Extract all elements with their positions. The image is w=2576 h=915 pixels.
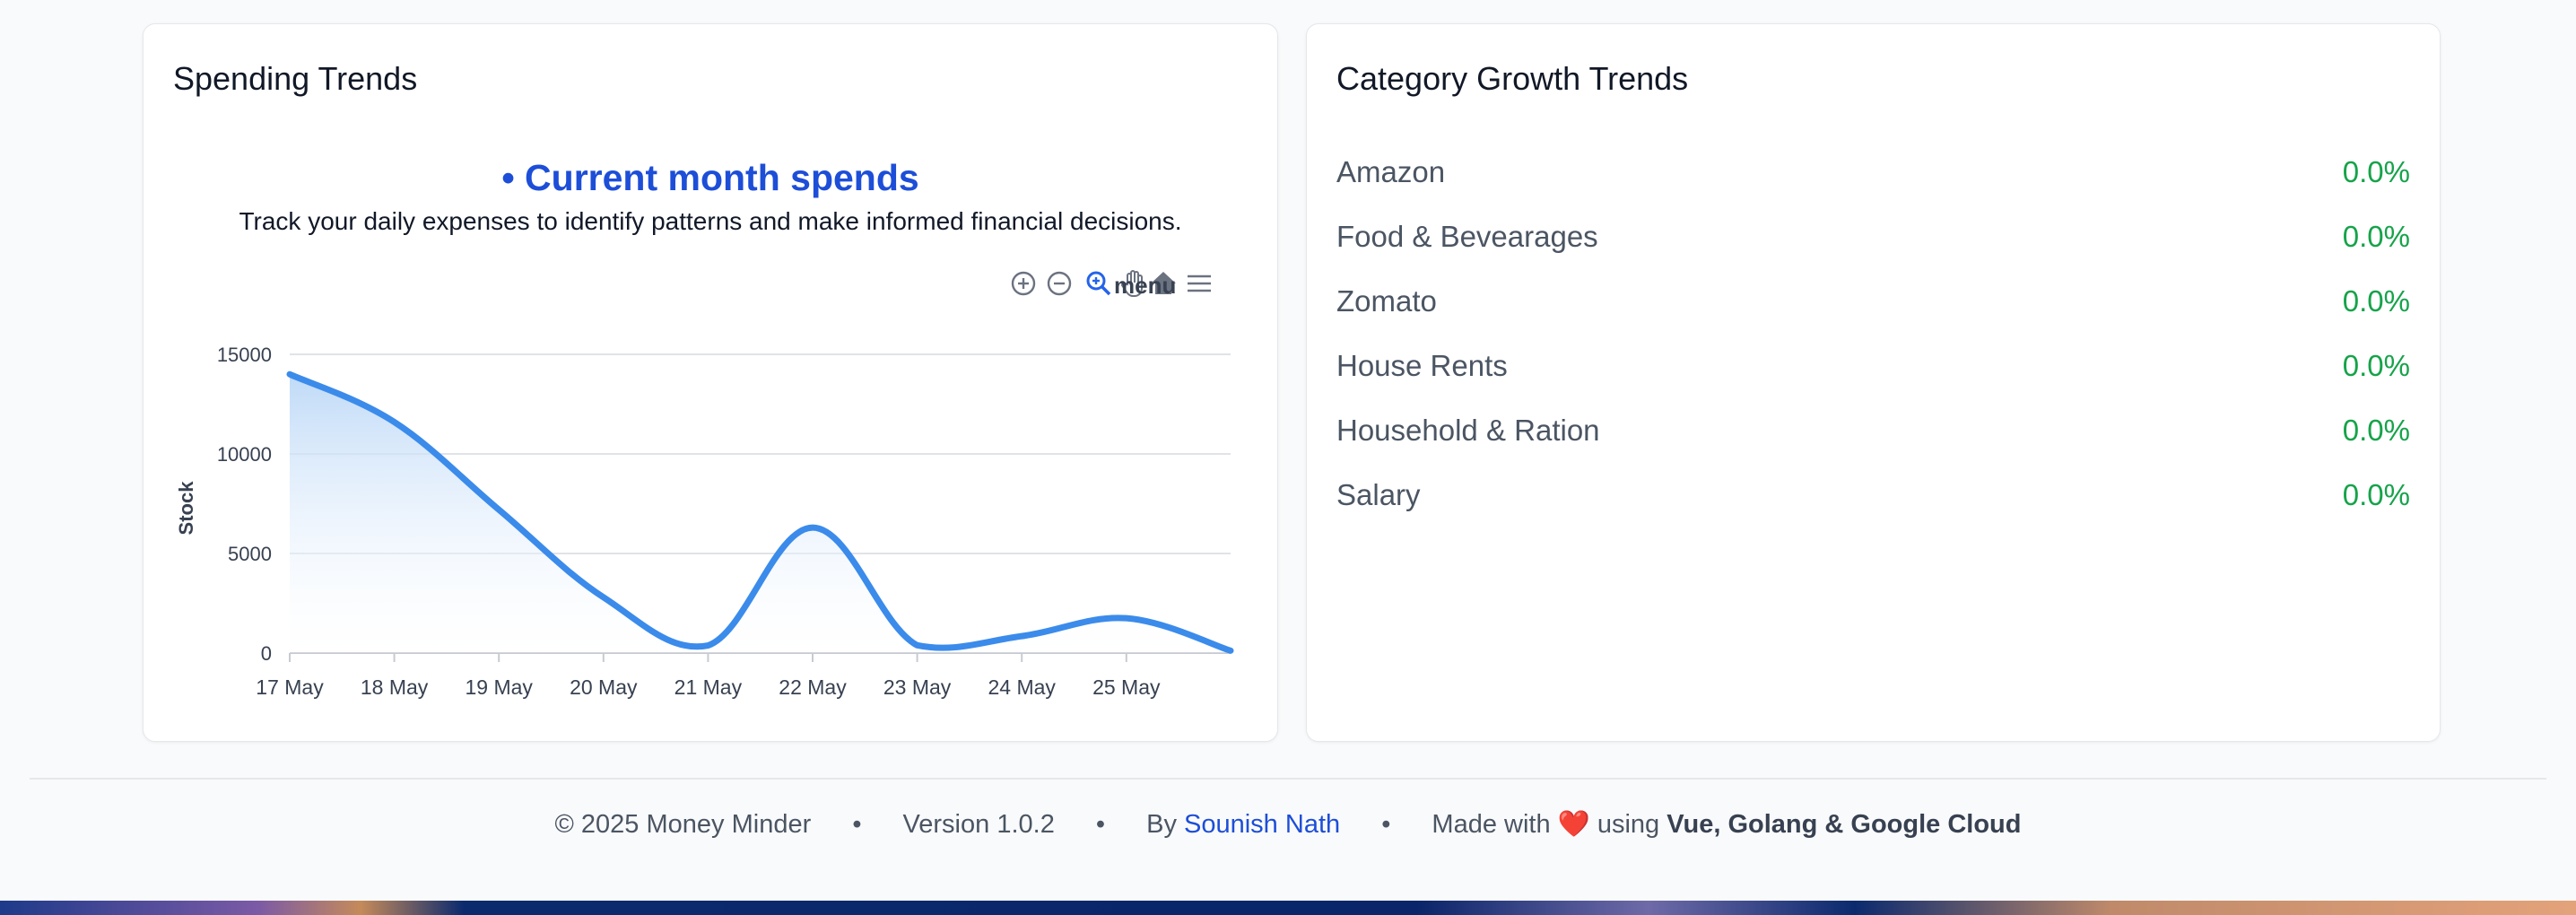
- growth-value: 0.0%: [2342, 349, 2410, 382]
- y-tick-label: 0: [261, 642, 272, 665]
- footer: © 2025 Money Minder • Version 1.0.2 • By…: [0, 809, 2576, 840]
- x-tick-label: 23 May: [883, 675, 952, 699]
- x-tick-label: 18 May: [361, 675, 429, 699]
- category-growth-title: Category Growth Trends: [1336, 60, 1689, 97]
- footer-separator: •: [1381, 810, 1391, 839]
- category-growth-card: Category Growth Trends Amazon 0.0% Food …: [1306, 23, 2441, 742]
- growth-value: 0.0%: [2342, 414, 2410, 447]
- footer-version: Version 1.0.2: [902, 810, 1055, 839]
- growth-value: 0.0%: [2342, 478, 2410, 511]
- chart-menu-label: menu: [1114, 272, 1177, 299]
- magnifier-icon[interactable]: [1082, 266, 1116, 301]
- list-item: House Rents 0.0%: [1336, 349, 2410, 414]
- list-item: Household & Ration 0.0%: [1336, 414, 2410, 478]
- list-item: Amazon 0.0%: [1336, 155, 2410, 220]
- x-tick-label: 19 May: [465, 675, 533, 699]
- author-link[interactable]: Sounish Nath: [1184, 810, 1340, 839]
- x-tick-label: 20 May: [570, 675, 638, 699]
- chart-toolbar: menu: [1006, 266, 1222, 302]
- growth-value: 0.0%: [2342, 284, 2410, 318]
- growth-list: Amazon 0.0% Food & Bevearages 0.0% Zomat…: [1336, 155, 2410, 543]
- spending-trends-title: Spending Trends: [173, 60, 418, 97]
- chart-y-ticks: 0 5000 10000 15000: [217, 344, 272, 665]
- list-item: Zomato 0.0%: [1336, 284, 2410, 349]
- spending-trends-card: Spending Trends • Current month spends T…: [143, 23, 1278, 742]
- x-tick-label: 21 May: [674, 675, 743, 699]
- list-item: Food & Bevearages 0.0%: [1336, 220, 2410, 284]
- y-axis-label: Stock: [175, 481, 197, 536]
- chart-heading: • Current month spends: [501, 157, 919, 198]
- footer-separator: •: [1095, 810, 1106, 839]
- list-item: Salary 0.0%: [1336, 478, 2410, 543]
- plus-circle-icon[interactable]: [1006, 266, 1040, 301]
- footer-made-with: Made with: [1432, 810, 1551, 839]
- footer-by-label: By: [1146, 810, 1177, 839]
- x-tick-label: 24 May: [988, 675, 1056, 699]
- hamburger-icon[interactable]: [1182, 266, 1216, 301]
- desktop-wallpaper-strip: [0, 901, 2576, 915]
- category-name: Zomato: [1336, 284, 1437, 318]
- chart-x-ticks: 17 May 18 May 19 May 20 May 21 May 22 May 23 M…: [256, 653, 1161, 699]
- footer-using: using: [1597, 810, 1660, 839]
- spending-area-fill: [290, 374, 1231, 653]
- category-name: Amazon: [1336, 155, 1446, 188]
- y-tick-label: 10000: [217, 443, 272, 466]
- growth-value: 0.0%: [2342, 155, 2410, 188]
- x-tick-label: 22 May: [779, 675, 847, 699]
- category-name: House Rents: [1336, 349, 1508, 382]
- spending-area-chart: 0 5000 10000 15000 17 May 18 May 19 May 20 May…: [175, 344, 1234, 699]
- footer-separator: •: [852, 810, 862, 839]
- category-name: Food & Bevearages: [1336, 220, 1598, 253]
- category-name: Salary: [1336, 478, 1421, 511]
- x-tick-label: 17 May: [256, 675, 324, 699]
- y-tick-label: 15000: [217, 344, 272, 366]
- footer-divider: [30, 778, 2546, 780]
- x-tick-label: 25 May: [1092, 675, 1161, 699]
- footer-tech-stack: Vue, Golang & Google Cloud: [1667, 810, 2022, 839]
- minus-circle-icon[interactable]: [1042, 266, 1076, 301]
- category-name: Household & Ration: [1336, 414, 1600, 447]
- chart-subtitle: Track your daily expenses to identify pa…: [239, 207, 1182, 235]
- growth-value: 0.0%: [2342, 220, 2410, 253]
- heart-icon: ❤️: [1557, 810, 1590, 839]
- footer-copyright: © 2025 Money Minder: [554, 810, 812, 839]
- y-tick-label: 5000: [228, 543, 272, 565]
